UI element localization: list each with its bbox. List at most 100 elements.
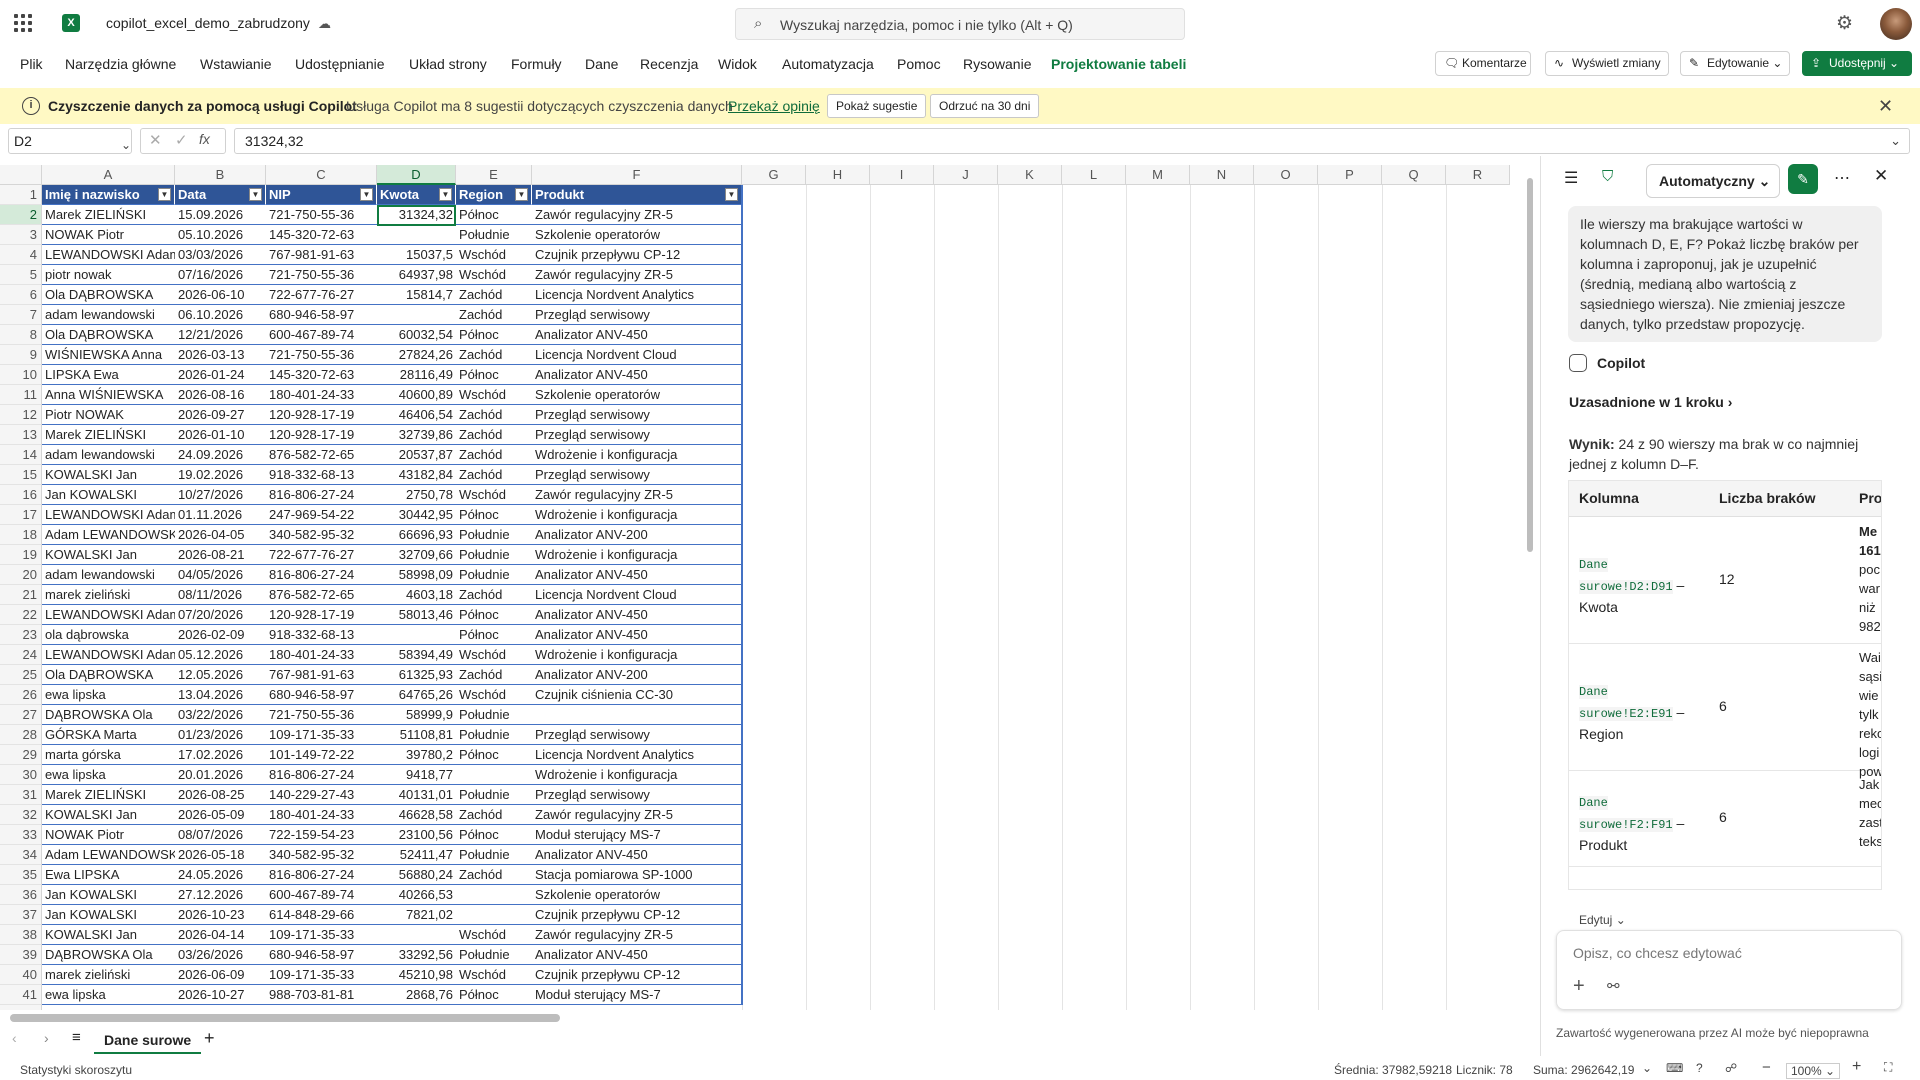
table-cell[interactable]: 40266,53 (377, 885, 456, 905)
table-cell[interactable]: Zachód (456, 585, 532, 605)
table-cell[interactable]: 23100,56 (377, 825, 456, 845)
table-cell[interactable]: Ola DĄBROWSKA (42, 285, 175, 305)
table-cell[interactable]: Marek ZIELIŃSKI (42, 785, 175, 805)
table-cell[interactable]: 27.12.2026 (175, 885, 266, 905)
column-header[interactable]: O (1254, 165, 1318, 185)
filter-dropdown-icon[interactable]: ▼ (158, 188, 171, 201)
table-cell[interactable]: 722-159-54-23 (266, 825, 377, 845)
table-cell[interactable]: Południe (456, 705, 532, 725)
table-cell[interactable]: 120-928-17-19 (266, 605, 377, 625)
table-cell[interactable]: Północ (456, 205, 532, 225)
row-header[interactable]: 24 (0, 645, 42, 665)
table-cell[interactable]: Południe (456, 225, 532, 245)
zoom-out-icon[interactable]: − (1762, 1059, 1771, 1076)
table-cell[interactable]: Wdrożenie i konfiguracja (532, 505, 742, 525)
row-header[interactable]: 15 (0, 465, 42, 485)
workbook-stats[interactable]: Statystyki skoroszytu (20, 1063, 132, 1077)
chevron-down-icon[interactable]: ⌄ (1890, 129, 1901, 153)
table-cell[interactable]: Stacja pomiarowa SP-1000 (532, 865, 742, 885)
column-header[interactable]: Q (1382, 165, 1446, 185)
row-header[interactable]: 27 (0, 705, 42, 725)
table-cell[interactable]: adam lewandowski (42, 445, 175, 465)
table-cell[interactable]: Zachód (456, 425, 532, 445)
table-cell[interactable]: 12.05.2026 (175, 665, 266, 685)
table-cell[interactable]: 600-467-89-74 (266, 885, 377, 905)
table-cell[interactable]: 20537,87 (377, 445, 456, 465)
row-header[interactable]: 30 (0, 765, 42, 785)
table-cell[interactable] (377, 225, 456, 245)
table-header-cell[interactable]: Kwota ▼ (377, 185, 456, 205)
chevron-down-icon[interactable]: ⌄ (121, 133, 131, 157)
table-cell[interactable]: Marek ZIELIŃSKI (42, 425, 175, 445)
row-header[interactable]: 2 (0, 205, 42, 225)
table-header-cell[interactable]: Produkt ▼ (532, 185, 742, 205)
row-header[interactable]: 42 (0, 1005, 42, 1010)
share-button[interactable]: ⇪ Udostępnij ⌄ (1802, 51, 1912, 76)
table-cell[interactable]: Analizator ANV-450 (532, 845, 742, 865)
table-cell[interactable]: Południe (456, 785, 532, 805)
table-cell[interactable]: 2868,76 (377, 985, 456, 1005)
table-cell[interactable]: Szkolenie operatorów (532, 885, 742, 905)
editing-mode-button[interactable]: ✎ Edytowanie ⌄ (1680, 51, 1790, 76)
search-box[interactable]: ⌕ Wyszukaj narzędzia, pomoc i nie tylko … (735, 8, 1185, 40)
table-cell[interactable]: Przegląd serwisowy (532, 465, 742, 485)
filter-dropdown-icon[interactable]: ▼ (360, 188, 373, 201)
prompt-input[interactable]: Opisz, co chcesz edytować (1573, 945, 1742, 961)
table-cell[interactable]: 7821,02 (377, 905, 456, 925)
menu-tab-7[interactable]: Recenzja (640, 56, 698, 72)
table-cell[interactable]: Ewa LIPSKA (42, 865, 175, 885)
row-header[interactable]: 17 (0, 505, 42, 525)
table-cell[interactable] (532, 705, 742, 725)
column-header[interactable]: P (1318, 165, 1382, 185)
table-cell[interactable]: Wdrożenie i konfiguracja (532, 445, 742, 465)
table-cell[interactable]: Północ (456, 365, 532, 385)
table-cell[interactable]: Zawór regulacyjny ZR-5 (532, 205, 742, 225)
row-header[interactable]: 10 (0, 365, 42, 385)
row-header[interactable]: 13 (0, 425, 42, 445)
table-cell[interactable]: Zachód (456, 345, 532, 365)
table-cell[interactable]: 64937,98 (377, 265, 456, 285)
table-cell[interactable]: 2026-10-23 (175, 905, 266, 925)
menu-tab-5[interactable]: Formuły (511, 56, 562, 72)
row-header[interactable]: 22 (0, 605, 42, 625)
table-cell[interactable]: 32739,86 (377, 425, 456, 445)
table-cell[interactable]: 340-582-95-32 (266, 845, 377, 865)
table-cell[interactable]: Północ (456, 605, 532, 625)
column-header[interactable]: C (266, 165, 377, 185)
table-cell[interactable] (377, 305, 456, 325)
table-cell[interactable]: 08/11/2026 (175, 585, 266, 605)
table-cell[interactable]: 2026-04-05 (175, 525, 266, 545)
table-cell[interactable]: 58998,09 (377, 565, 456, 585)
history-list-icon[interactable]: ☰ (1564, 168, 1578, 188)
menu-tab-0[interactable]: Plik (20, 56, 43, 72)
table-cell[interactable]: 722-677-76-27 (266, 285, 377, 305)
range-reference[interactable]: Dane surowe!F2:F91 – Produkt (1579, 791, 1699, 855)
table-cell[interactable]: Analizator ANV-450 (532, 625, 742, 645)
table-cell[interactable]: 12/21/2026 (175, 325, 266, 345)
table-cell[interactable]: 816-806-27-24 (266, 865, 377, 885)
column-header[interactable]: K (998, 165, 1062, 185)
table-cell[interactable]: Wschód (456, 245, 532, 265)
table-header-cell[interactable]: Data ▼ (175, 185, 266, 205)
table-cell[interactable]: 32709,66 (377, 545, 456, 565)
table-cell[interactable]: Południe (456, 565, 532, 585)
table-cell[interactable]: Zawór regulacyjny ZR-5 (532, 805, 742, 825)
table-cell[interactable]: DĄBROWSKA Ola (42, 945, 175, 965)
table-cell[interactable]: KOWALSKI Jan (42, 465, 175, 485)
table-cell[interactable] (377, 925, 456, 945)
table-cell[interactable]: 876-582-72-65 (266, 445, 377, 465)
table-cell[interactable]: 01/23/2026 (175, 725, 266, 745)
table-cell[interactable]: Wschód (456, 685, 532, 705)
table-cell[interactable]: adam lewandowski (42, 565, 175, 585)
zoom-level[interactable]: 100% ⌄ (1786, 1063, 1841, 1079)
table-cell[interactable]: DĄBROWSKA Ola (42, 705, 175, 725)
table-cell[interactable]: 680-946-58-97 (266, 305, 377, 325)
table-cell[interactable]: 2026-10-27 (175, 985, 266, 1005)
table-cell[interactable]: 04/05/2026 (175, 565, 266, 585)
table-cell[interactable]: Północ (456, 825, 532, 845)
table-cell[interactable]: Północ (456, 505, 532, 525)
table-cell[interactable]: 721-750-55-36 (266, 705, 377, 725)
table-cell[interactable]: 27824,26 (377, 345, 456, 365)
row-header[interactable]: 3 (0, 225, 42, 245)
table-cell[interactable]: Moduł sterujący MS-7 (532, 985, 742, 1005)
